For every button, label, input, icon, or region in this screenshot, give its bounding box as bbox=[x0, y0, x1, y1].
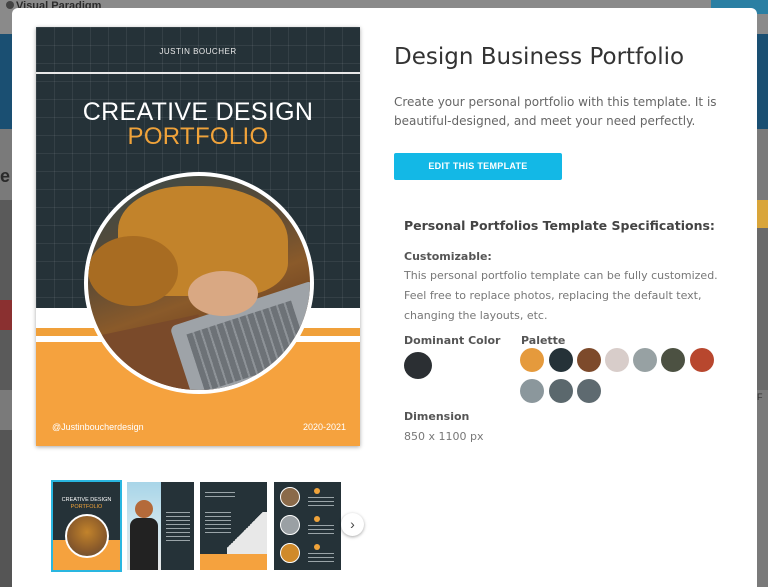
palette-swatch bbox=[577, 348, 601, 372]
edit-template-button[interactable]: EDIT THIS TEMPLATE bbox=[394, 153, 562, 180]
photo-hand bbox=[188, 271, 258, 316]
palette-swatch bbox=[605, 348, 629, 372]
cover-divider bbox=[36, 72, 360, 74]
cover-circle-photo bbox=[84, 172, 314, 394]
palette-swatch bbox=[577, 379, 601, 403]
thumbnail-page-1[interactable]: CREATIVE DESIGN PORTFOLIO bbox=[51, 480, 122, 572]
thumbnail-title-line1: CREATIVE DESIGN bbox=[61, 497, 112, 503]
thumbnail-text-lines bbox=[166, 512, 190, 542]
background-card-left-2 bbox=[0, 430, 12, 587]
customizable-text: This personal portfolio template can be … bbox=[404, 269, 718, 322]
dominant-color-label: Dominant Color bbox=[404, 334, 501, 347]
logo-icon bbox=[6, 1, 14, 9]
thumbnail-page-2[interactable] bbox=[127, 482, 194, 570]
thumbnail-text-lines-2 bbox=[308, 525, 334, 537]
thumbnail-badge-3 bbox=[314, 544, 320, 550]
cover-title-line2: PORTFOLIO bbox=[127, 123, 269, 150]
palette-swatch bbox=[549, 379, 573, 403]
background-card-right-label: F bbox=[757, 392, 763, 402]
dimension-value: 850 x 1100 px bbox=[404, 430, 484, 443]
thumbnail-person-body bbox=[130, 518, 158, 570]
palette-swatch bbox=[520, 379, 544, 403]
template-preview-image: JUSTIN BOUCHER CREATIVE DESIGN PORTFOLIO… bbox=[36, 27, 360, 446]
thumbnail-title-line2: PORTFOLIO bbox=[70, 504, 103, 510]
thumbnail-circle-photo bbox=[65, 514, 109, 558]
thumbnail-next-button[interactable]: › bbox=[341, 513, 364, 536]
thumbnail-photo bbox=[127, 482, 161, 570]
background-section-heading: e bbox=[0, 166, 11, 186]
chevron-right-icon: › bbox=[350, 516, 355, 532]
thumbnail-text-lines-1 bbox=[308, 497, 334, 509]
cover-handle: @Justinboucherdesign bbox=[52, 422, 144, 432]
palette-swatch bbox=[520, 348, 544, 372]
thumbnail-text-panel bbox=[161, 482, 194, 570]
thumbnail-heading-lines bbox=[205, 492, 235, 498]
thumbnail-circle-1 bbox=[280, 487, 300, 507]
customizable-label: Customizable: bbox=[404, 250, 492, 263]
thumbnail-text-lines-3 bbox=[308, 553, 334, 565]
thumbnail-badge-1 bbox=[314, 488, 320, 494]
template-description: Create your personal portfolio with this… bbox=[394, 95, 717, 128]
thumbnail-person-head bbox=[135, 500, 153, 518]
background-card-right bbox=[757, 200, 768, 390]
thumbnail-circle-2 bbox=[280, 515, 300, 535]
thumbnail-orange-band bbox=[200, 554, 267, 570]
template-title: Design Business Portfolio bbox=[394, 44, 685, 70]
thumbnail-page-4[interactable] bbox=[274, 482, 341, 570]
dimension-label: Dimension bbox=[404, 410, 470, 423]
photo-arm bbox=[88, 236, 178, 306]
palette-swatch bbox=[633, 348, 657, 372]
palette-label: Palette bbox=[521, 334, 566, 347]
cover-year: 2020-2021 bbox=[302, 422, 346, 432]
thumbnail-badge-2 bbox=[314, 516, 320, 522]
palette-swatch bbox=[549, 348, 573, 372]
thumbnail-circle-3 bbox=[280, 543, 300, 563]
dominant-color-swatch bbox=[404, 352, 432, 379]
palette-swatch bbox=[690, 348, 714, 372]
specifications-heading: Personal Portfolios Template Specificati… bbox=[404, 218, 715, 233]
cover-author: JUSTIN BOUCHER bbox=[159, 47, 237, 56]
palette-swatch bbox=[661, 348, 685, 372]
background-card-left bbox=[0, 200, 12, 390]
thumbnail-page-3[interactable] bbox=[200, 482, 267, 570]
